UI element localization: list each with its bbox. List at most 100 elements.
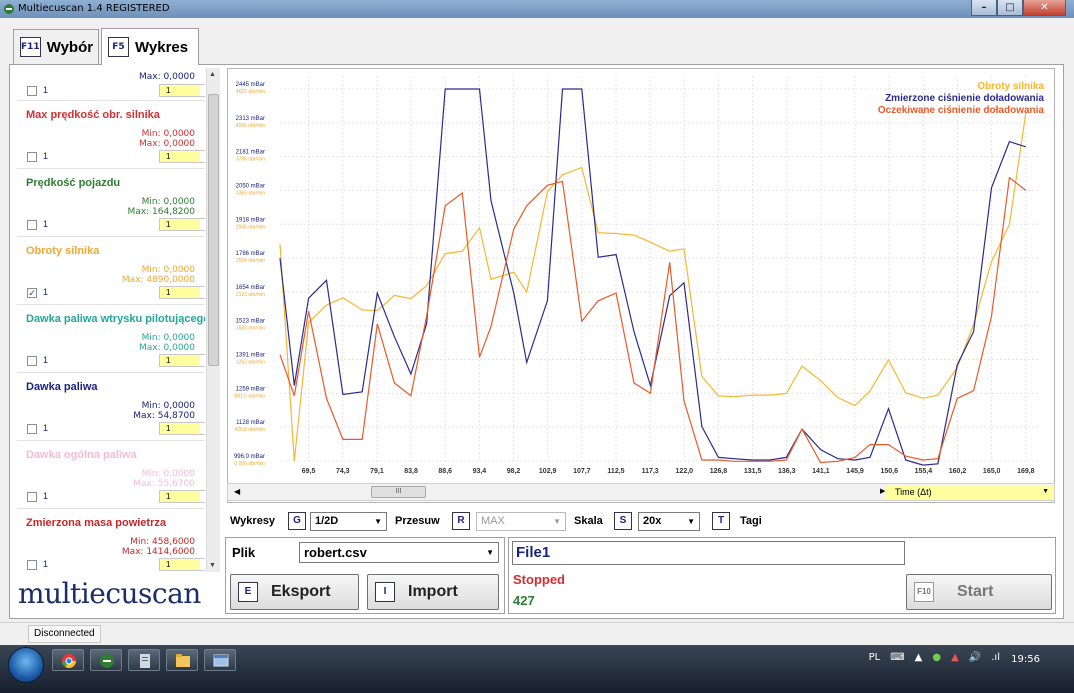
parameter-name: Prędkość pojazdu <box>26 177 121 189</box>
tab-wybor[interactable]: F11 Wybór <box>13 29 99 64</box>
axis-number: 1 <box>43 423 49 433</box>
parameter-checkbox[interactable] <box>27 492 37 502</box>
axis-select[interactable]: 1▼ <box>159 286 205 299</box>
language-indicator[interactable]: PL <box>869 652 881 663</box>
legend-entry: Zmierzone ciśnienie doładowania <box>885 93 1044 104</box>
chevron-down-icon: ▼ <box>486 548 494 557</box>
signal-icon[interactable]: .ıl <box>991 652 1000 663</box>
app-icon <box>4 4 14 14</box>
multiecuscan-taskbar-icon[interactable] <box>90 649 122 671</box>
przesuw-select[interactable]: MAX ▼ <box>476 512 566 531</box>
axis-select[interactable]: 1▼ <box>159 218 205 231</box>
y-tick-label: 996,0 mBar <box>234 454 265 460</box>
legend-entry: Obroty silnika <box>977 81 1044 92</box>
list-item: Max prędkość obr. silnika Min: 0,0000 Max:… <box>17 101 205 169</box>
y-tick-label: 1523 mBar <box>236 319 265 325</box>
y-tick-label-rpm: 841,5 obr/min <box>234 393 265 399</box>
tab-wykres[interactable]: F5 Wykres <box>101 28 199 65</box>
list-item: Dawka paliwa Min: 0,0000Max: 54,8700 1 1▼ <box>17 373 205 441</box>
chevron-down-icon: ▼ <box>204 85 205 96</box>
y-tick-label: 2313 mBar <box>236 116 265 122</box>
x-tick-label: 155,4 <box>915 468 933 475</box>
parameter-checkbox[interactable] <box>27 560 37 570</box>
clock: 19:56 <box>1011 654 1040 665</box>
parameter-checkbox[interactable] <box>27 356 37 366</box>
import-button[interactable]: I Import <box>367 574 499 610</box>
scroll-down-icon[interactable]: ▼ <box>209 562 216 569</box>
green-status-icon[interactable]: ● <box>932 652 941 663</box>
chrome-icon[interactable] <box>52 649 84 671</box>
x-tick-label: 117,3 <box>642 468 659 475</box>
sidebar-scrollbar[interactable]: ▲ ▼ <box>206 68 220 572</box>
chart-scrollbar[interactable]: ◀ III ▶ Time (Δt) ▼ <box>227 483 1055 501</box>
minimize-button[interactable]: – <box>971 0 997 16</box>
x-tick-label: 141,1 <box>812 468 830 475</box>
time-axis-select[interactable]: ▶ Time (Δt) ▼ <box>880 485 1053 499</box>
y-tick-label-rpm: 0,000 obr/min <box>234 461 265 467</box>
min-value: Min: 458,6000 <box>130 537 195 547</box>
przesuw-label: Przesuw <box>395 515 440 527</box>
max-value: Max: 0,0000 <box>139 72 195 82</box>
time-axis-label: Time (Δt) <box>895 487 932 497</box>
volume-icon[interactable]: 🔊 <box>969 652 981 663</box>
export-button[interactable]: E Eksport <box>230 574 359 610</box>
parameter-name: Max prędkość obr. silnika <box>26 109 160 121</box>
wykresy-select[interactable]: 1/2D ▼ <box>310 512 387 531</box>
parameter-checkbox[interactable] <box>27 86 37 96</box>
parameter-checkbox[interactable]: ✓ <box>27 288 37 298</box>
window-icon[interactable] <box>204 649 236 671</box>
legend-entry: Oczekiwane ciśnienie doładowania <box>878 105 1045 116</box>
scroll-right-icon[interactable]: ▶ <box>880 485 885 499</box>
y-tick-label-rpm: 3365 obr/min <box>236 190 265 196</box>
y-tick-label: 1918 mBar <box>236 217 265 223</box>
axis-select[interactable]: 1▼ <box>159 84 205 97</box>
start-button[interactable]: F10 Start <box>906 574 1052 610</box>
x-tick-label: 165,0 <box>983 468 1001 475</box>
chevron-down-icon: ▼ <box>204 491 205 502</box>
max-value: Max: 1414,6000 <box>121 547 195 557</box>
file-select[interactable]: robert.csv ▼ <box>299 542 499 563</box>
filename-input[interactable]: File1 <box>512 541 905 565</box>
y-tick-label-rpm: 2103 obr/min <box>236 292 265 298</box>
parameter-list: Max: 0,0000 1 1▼ Max prędkość obr. silni… <box>17 68 205 572</box>
chevron-down-icon: ▼ <box>204 287 205 298</box>
windows-start-icon[interactable] <box>8 647 44 683</box>
tagi-key[interactable]: T <box>712 512 730 530</box>
connection-status: Disconnected <box>28 625 101 643</box>
chart-area[interactable]: 2445 mBar 4627 obr/min 2313 mBar 4206 obr/m… <box>227 68 1055 503</box>
x-tick-label: 102,9 <box>539 468 557 475</box>
chevron-down-icon: ▼ <box>204 355 205 366</box>
skala-select[interactable]: 20x ▼ <box>638 512 700 531</box>
axis-select[interactable]: 1▼ <box>159 490 205 503</box>
axis-select[interactable]: 1▼ <box>159 558 205 571</box>
x-tick-label: 150,6 <box>880 468 898 475</box>
x-tick-label: 88,6 <box>438 468 452 475</box>
scroll-thumb[interactable] <box>208 94 219 366</box>
max-value: Max: 164,8200 <box>127 207 195 217</box>
axis-select[interactable]: 1▼ <box>159 422 205 435</box>
y-tick-label: 2050 mBar <box>236 183 265 189</box>
document-icon[interactable] <box>128 649 160 671</box>
tagi-label: Tagi <box>740 515 762 527</box>
start-key: F10 <box>914 582 934 602</box>
maximize-button[interactable]: □ <box>997 0 1023 16</box>
scroll-up-icon[interactable]: ▲ <box>209 71 216 78</box>
keyboard-icon[interactable]: ⌨ <box>890 652 904 663</box>
parameter-checkbox[interactable] <box>27 424 37 434</box>
folder-icon[interactable] <box>166 649 198 671</box>
parameter-checkbox[interactable] <box>27 220 37 230</box>
parameter-checkbox[interactable] <box>27 152 37 162</box>
axis-select[interactable]: 1▼ <box>159 150 205 163</box>
y-tick-label-rpm: 420,8 obr/min <box>234 427 265 433</box>
network-icon[interactable]: ▲ <box>951 652 959 663</box>
chevron-down-icon: ▼ <box>204 559 205 570</box>
y-tick-label-rpm: 2524 obr/min <box>236 258 265 264</box>
przesuw-key: R <box>452 512 470 530</box>
axis-select[interactable]: 1▼ <box>159 354 205 367</box>
chevron-down-icon: ▼ <box>374 517 382 526</box>
scroll-left-icon[interactable]: ◀ <box>234 487 240 496</box>
close-button[interactable]: ✕ <box>1023 0 1066 16</box>
list-item: Zmierzona masa powietrza Min: 458,6000 Max… <box>17 509 205 572</box>
scroll-thumb[interactable]: III <box>371 486 426 498</box>
tray-expand-icon[interactable]: ▲ <box>915 652 923 663</box>
